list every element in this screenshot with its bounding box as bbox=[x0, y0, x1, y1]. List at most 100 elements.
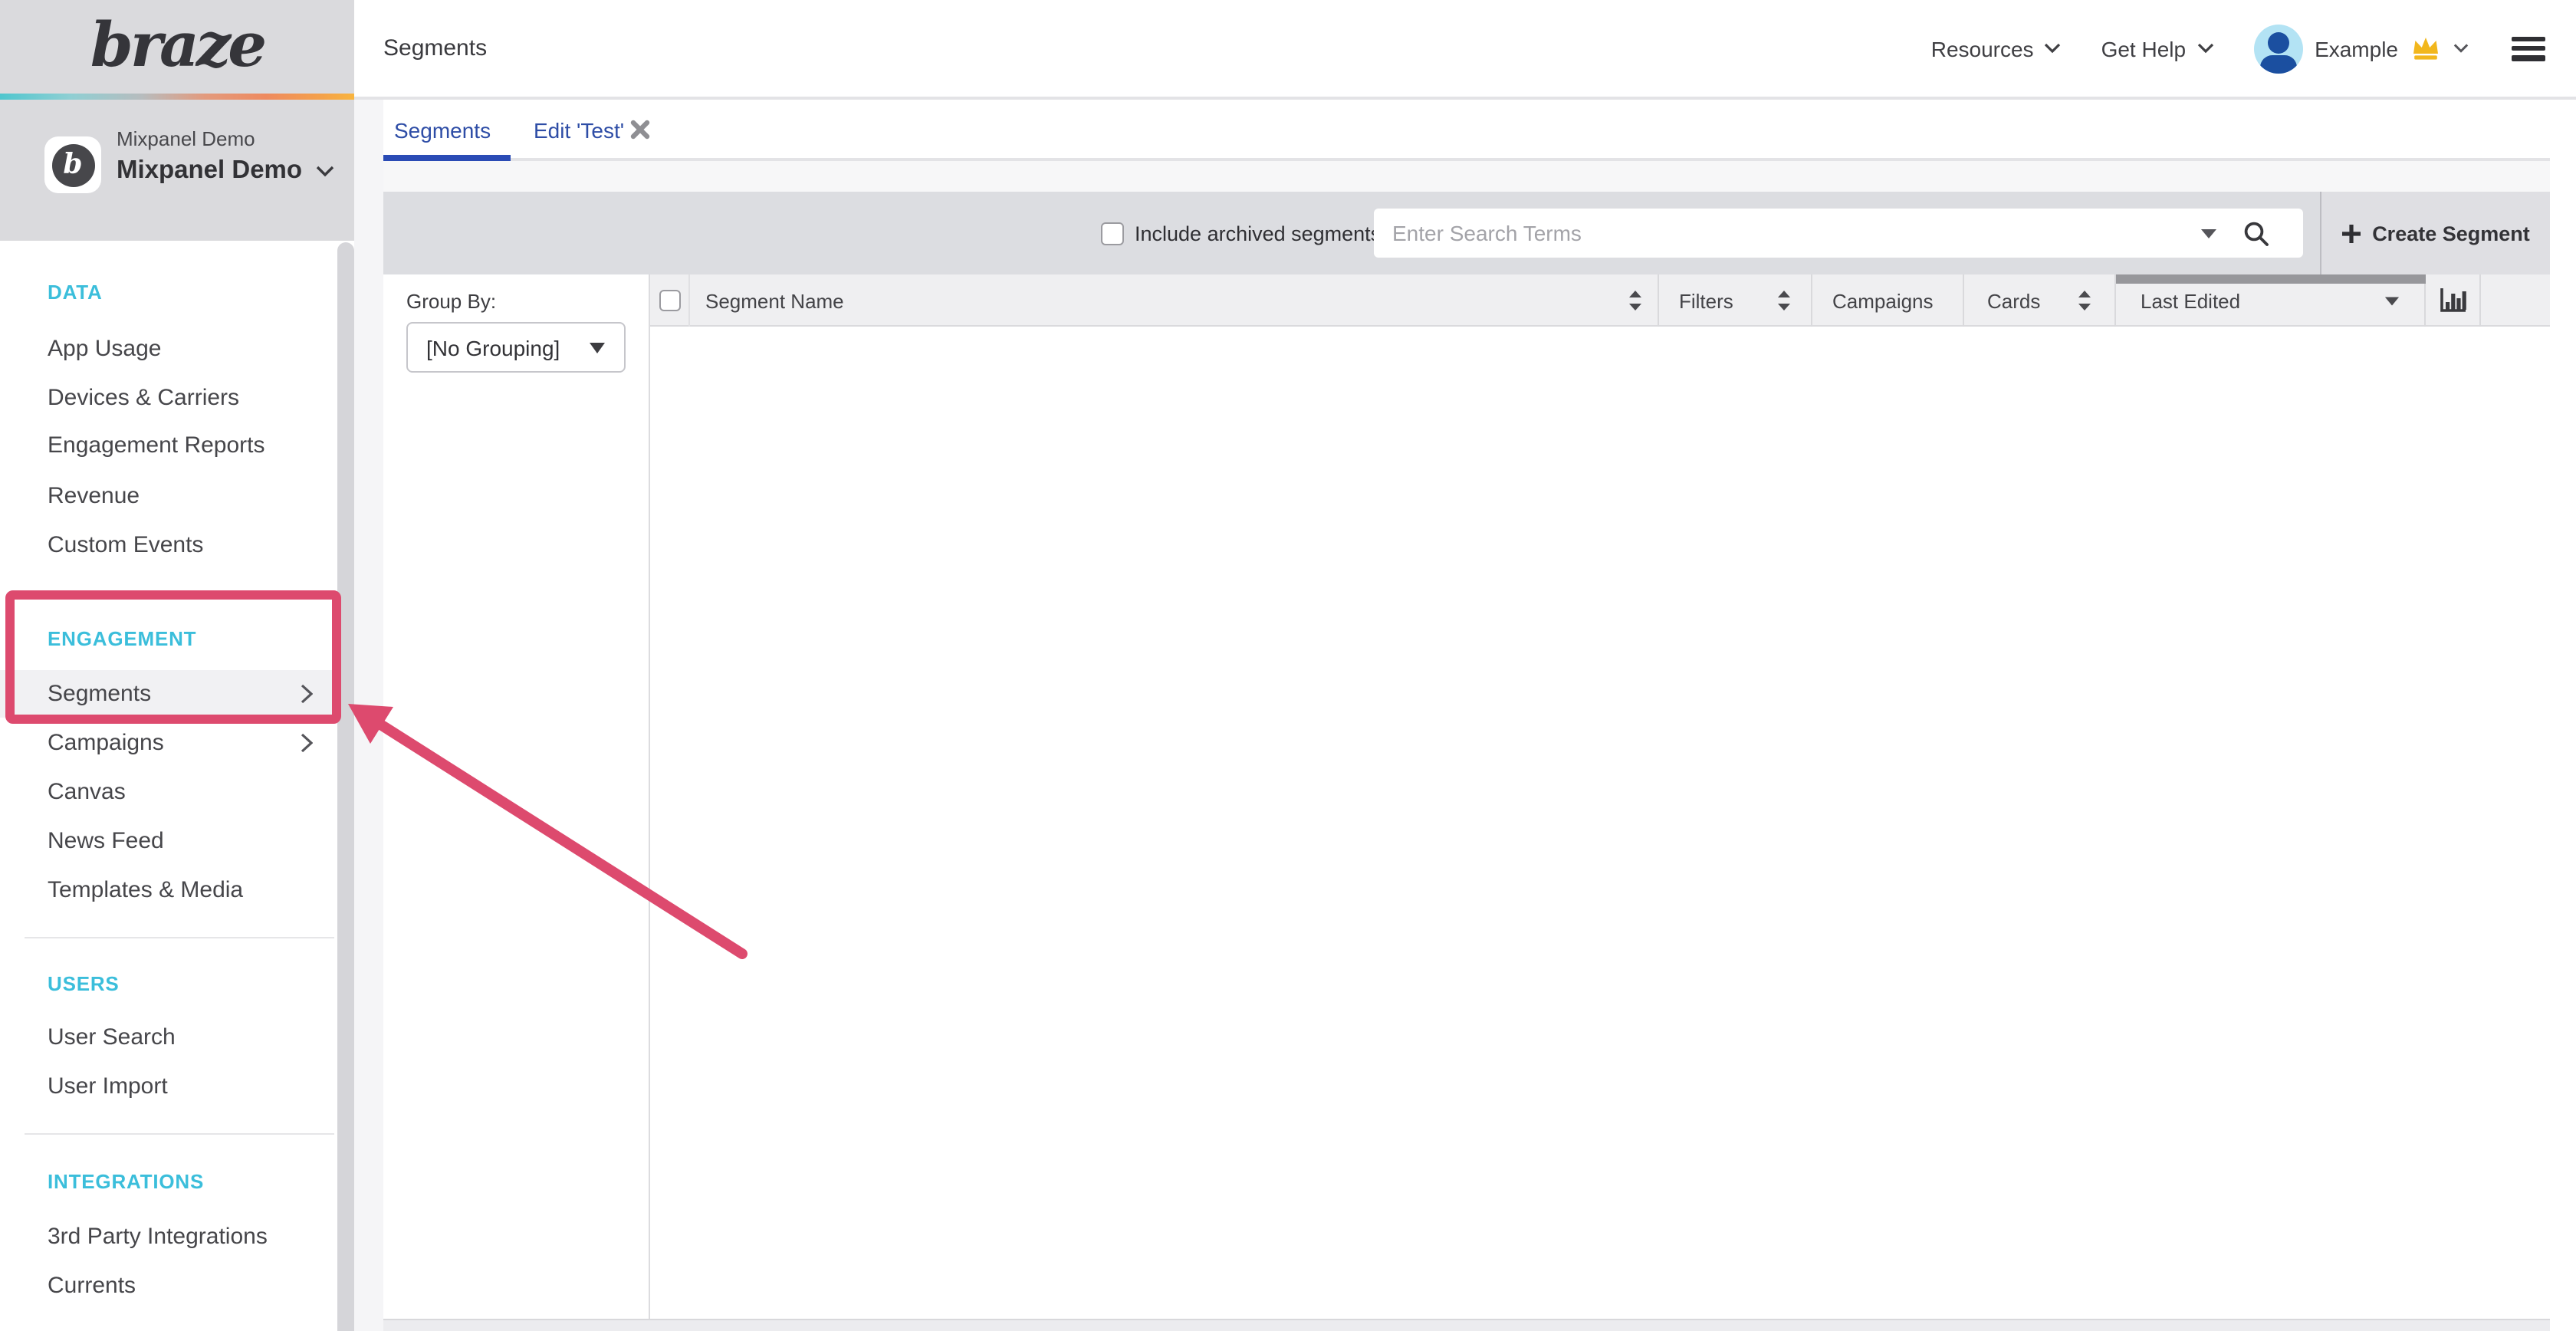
column-analytics[interactable] bbox=[2426, 274, 2481, 327]
sidebar-item-label: Campaigns bbox=[48, 730, 164, 756]
sidebar-header: braze b Mixpanel Demo Mixpanel Demo bbox=[0, 0, 354, 241]
sidebar-item-custom-events[interactable]: Custom Events bbox=[0, 521, 336, 569]
chevron-down-icon bbox=[316, 165, 334, 177]
avatar-head bbox=[2267, 31, 2288, 53]
tab-edit-test[interactable]: Edit 'Test' bbox=[534, 100, 624, 158]
include-archived-control[interactable]: Include archived segments bbox=[1101, 192, 1381, 274]
chevron-right-icon bbox=[301, 684, 313, 704]
workspace-switcher[interactable]: b Mixpanel Demo Mixpanel Demo bbox=[0, 100, 354, 241]
sidebar-item-news-feed[interactable]: News Feed bbox=[0, 817, 336, 865]
braze-app-window: Segments Resources Get Help Example braz… bbox=[0, 0, 2576, 1331]
create-segment-button[interactable]: Create Segment bbox=[2321, 192, 2550, 274]
sidebar-item-devices-carriers[interactable]: Devices & Carriers bbox=[0, 374, 336, 422]
hamburger-bar bbox=[2512, 36, 2545, 41]
avatar-body bbox=[2259, 54, 2296, 73]
sidebar-item-3rd-party-integrations[interactable]: 3rd Party Integrations bbox=[0, 1213, 336, 1260]
select-all-cell bbox=[650, 274, 690, 327]
horizontal-scrollbar[interactable] bbox=[383, 1319, 2550, 1331]
column-filters[interactable]: Filters bbox=[1659, 274, 1812, 327]
column-label: Segment Name bbox=[705, 289, 844, 312]
sidebar-scrollbar[interactable] bbox=[337, 242, 353, 1331]
hamburger-bar bbox=[2512, 55, 2545, 61]
sidebar-item-campaigns[interactable]: Campaigns bbox=[0, 719, 336, 767]
content-panel: Segments Edit 'Test' Include archived se… bbox=[383, 100, 2550, 1331]
layout-gap bbox=[354, 100, 383, 1331]
sort-icon[interactable] bbox=[2078, 290, 2091, 311]
chevron-down-icon bbox=[2196, 43, 2213, 54]
top-bar: Segments Resources Get Help Example bbox=[354, 0, 2576, 100]
workspace-name: Mixpanel Demo bbox=[117, 156, 302, 186]
search-box bbox=[1374, 209, 2303, 258]
crown-icon bbox=[2410, 35, 2441, 61]
page-title: Segments bbox=[383, 0, 487, 97]
column-last-edited[interactable]: Last Edited bbox=[2116, 274, 2426, 327]
user-name: Example bbox=[2315, 36, 2398, 61]
column-label: Cards bbox=[1987, 289, 2040, 312]
create-segment-label: Create Segment bbox=[2372, 222, 2530, 245]
workspace-logo-icon: b bbox=[44, 136, 101, 193]
tab-bar: Segments Edit 'Test' bbox=[383, 100, 2550, 161]
resources-label: Resources bbox=[1931, 36, 2034, 61]
group-by-value: [No Grouping] bbox=[426, 335, 560, 360]
column-label: Campaigns bbox=[1832, 289, 1934, 312]
column-label: Filters bbox=[1679, 289, 1733, 312]
sidebar-divider bbox=[25, 1133, 334, 1135]
tab-label: Edit 'Test' bbox=[534, 118, 624, 143]
segments-toolbar: Include archived segments Create Segment bbox=[383, 192, 2550, 274]
include-archived-checkbox[interactable] bbox=[1101, 222, 1124, 245]
tab-segments[interactable]: Segments bbox=[394, 100, 491, 158]
workspace-name-row: Mixpanel Demo bbox=[117, 156, 334, 186]
search-input[interactable] bbox=[1374, 209, 2303, 258]
table-body-empty bbox=[650, 327, 2550, 1319]
plus-icon bbox=[2341, 223, 2361, 243]
close-tab-icon[interactable] bbox=[630, 120, 650, 140]
sort-icon[interactable] bbox=[1777, 290, 1791, 311]
top-bar-actions: Resources Get Help Example bbox=[1931, 0, 2545, 97]
get-help-menu[interactable]: Get Help bbox=[2101, 36, 2214, 61]
sort-icon[interactable] bbox=[1628, 290, 1642, 311]
sidebar-item-canvas[interactable]: Canvas bbox=[0, 768, 336, 816]
sidebar-item-templates-media[interactable]: Templates & Media bbox=[0, 866, 336, 914]
section-header-users: USERS bbox=[48, 963, 120, 1006]
hamburger-bar bbox=[2512, 46, 2545, 51]
active-tab-underline bbox=[383, 155, 511, 161]
workspace-logo-letter: b bbox=[51, 143, 94, 186]
braze-logo[interactable]: braze bbox=[0, 9, 354, 94]
sidebar-item-currents[interactable]: Currents bbox=[0, 1262, 336, 1310]
caret-down-icon[interactable] bbox=[2384, 295, 2400, 306]
user-menu[interactable]: Example bbox=[2253, 24, 2469, 73]
sidebar-item-segments[interactable]: Segments bbox=[0, 670, 336, 718]
chevron-down-icon bbox=[2453, 43, 2469, 54]
tab-label: Segments bbox=[394, 118, 491, 143]
group-by-panel: Group By: [No Grouping] bbox=[383, 274, 650, 1319]
chevron-right-icon bbox=[301, 733, 313, 753]
sidebar-item-user-search[interactable]: User Search bbox=[0, 1014, 336, 1061]
workspace-company-name: Mixpanel Demo bbox=[117, 127, 255, 150]
select-all-checkbox[interactable] bbox=[659, 290, 680, 311]
sidebar-item-user-import[interactable]: User Import bbox=[0, 1063, 336, 1110]
section-header-data: DATA bbox=[48, 271, 103, 314]
group-by-select[interactable]: [No Grouping] bbox=[406, 322, 626, 373]
sidebar-item-label: Segments bbox=[48, 681, 151, 707]
get-help-label: Get Help bbox=[2101, 36, 2187, 61]
sidebar-item-revenue[interactable]: Revenue bbox=[0, 472, 336, 520]
section-header-integrations: INTEGRATIONS bbox=[48, 1161, 204, 1204]
table-header: Segment Name Filters Campaigns Cards Las… bbox=[650, 274, 2550, 327]
bar-chart-icon bbox=[2439, 288, 2466, 314]
sidebar-nav: DATA App Usage Devices & Carriers Engage… bbox=[0, 241, 336, 1331]
sorted-column-indicator bbox=[2116, 274, 2426, 284]
sidebar-item-engagement-reports[interactable]: Engagement Reports bbox=[0, 422, 336, 469]
hamburger-menu-button[interactable] bbox=[2512, 36, 2545, 61]
sidebar-item-app-usage[interactable]: App Usage bbox=[0, 325, 336, 373]
column-cards[interactable]: Cards bbox=[1964, 274, 2116, 327]
resources-menu[interactable]: Resources bbox=[1931, 36, 2062, 61]
column-campaigns[interactable]: Campaigns bbox=[1812, 274, 1964, 327]
group-by-label: Group By: bbox=[406, 290, 496, 313]
search-dropdown-caret-icon[interactable] bbox=[2200, 228, 2217, 239]
column-segment-name[interactable]: Segment Name bbox=[690, 274, 1659, 327]
include-archived-label: Include archived segments bbox=[1135, 222, 1381, 245]
search-icon[interactable] bbox=[2243, 221, 2269, 247]
brand-gradient-bar bbox=[0, 94, 354, 100]
chevron-down-icon bbox=[2045, 43, 2062, 54]
caret-down-icon bbox=[589, 341, 606, 353]
